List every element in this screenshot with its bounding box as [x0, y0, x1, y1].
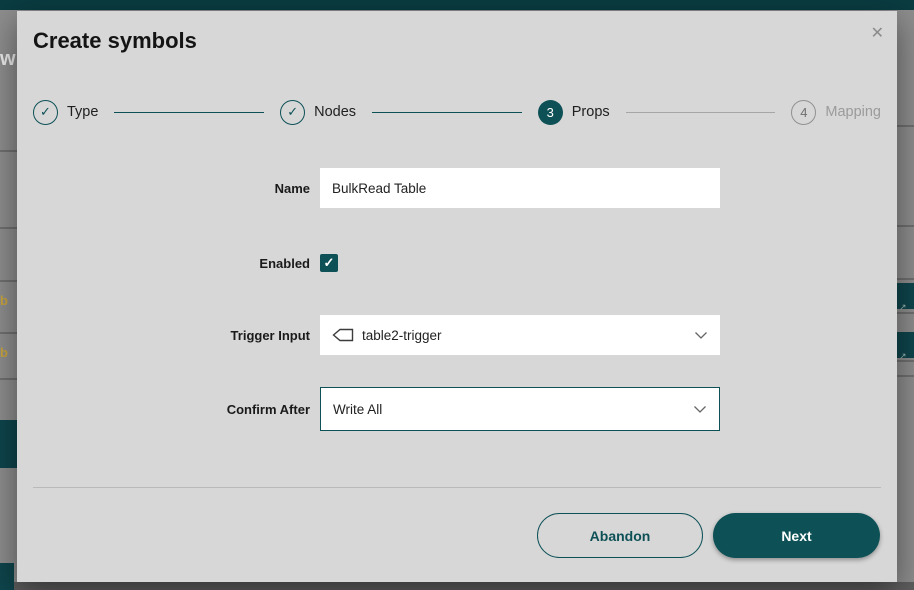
backdrop-divider	[0, 150, 17, 152]
step-connector	[114, 112, 264, 113]
step-label: Nodes	[314, 104, 356, 120]
backdrop-divider	[897, 278, 914, 280]
step-label: Mapping	[825, 104, 881, 120]
backdrop-heading-fragment: w	[0, 48, 16, 71]
next-button[interactable]: Next	[713, 513, 880, 558]
step-label: Type	[67, 104, 98, 120]
step-connector	[626, 112, 776, 113]
name-label: Name	[33, 181, 320, 196]
enabled-checkbox[interactable]: ✓	[320, 254, 338, 272]
backdrop-divider	[0, 378, 17, 380]
backdrop-teal-button	[0, 420, 17, 468]
step-nodes[interactable]: ✓ Nodes	[280, 100, 356, 125]
chevron-down-icon	[693, 405, 707, 413]
close-icon[interactable]: ✕	[871, 26, 884, 42]
step-number: 4	[791, 100, 816, 125]
abandon-button[interactable]: Abandon	[537, 513, 703, 558]
expand-icon: ↗	[899, 352, 907, 361]
confirm-after-row: Confirm After Write All	[33, 387, 720, 431]
backdrop-teal-button: ↗	[897, 283, 914, 309]
backdrop-divider	[0, 227, 17, 229]
tag-icon	[332, 327, 354, 343]
backdrop-divider	[897, 375, 914, 377]
step-type[interactable]: ✓ Type	[33, 100, 98, 125]
expand-icon: ↗	[899, 303, 907, 312]
backdrop-teal-button: ↗	[897, 332, 914, 358]
backdrop-divider	[897, 312, 914, 314]
step-props[interactable]: 3 Props	[538, 100, 610, 125]
name-row: Name	[33, 168, 720, 208]
enabled-row: Enabled ✓	[33, 251, 338, 275]
backdrop-link-fragment: b	[0, 293, 14, 308]
checkmark-icon: ✓	[324, 255, 335, 271]
chevron-down-icon	[694, 331, 708, 339]
step-mapping[interactable]: 4 Mapping	[791, 100, 881, 125]
confirm-after-value: Write All	[333, 402, 382, 417]
name-input[interactable]	[320, 168, 720, 208]
backdrop-divider	[0, 332, 17, 334]
trigger-input-row: Trigger Input table2-trigger	[33, 315, 720, 355]
step-check-icon: ✓	[280, 100, 305, 125]
step-number: 3	[538, 100, 563, 125]
trigger-input-label: Trigger Input	[33, 328, 320, 343]
backdrop-bottom-strip	[0, 582, 914, 590]
trigger-input-select[interactable]: table2-trigger	[320, 315, 720, 355]
create-symbols-dialog: Create symbols ✕ ✓ Type ✓ Nodes 3 Props …	[17, 11, 897, 582]
trigger-input-value: table2-trigger	[362, 328, 442, 343]
app-topbar	[0, 0, 914, 10]
backdrop-divider	[897, 125, 914, 127]
dialog-title: Create symbols	[33, 28, 197, 54]
wizard-stepper: ✓ Type ✓ Nodes 3 Props 4 Mapping	[33, 99, 881, 125]
enabled-label: Enabled	[33, 256, 320, 271]
confirm-after-select[interactable]: Write All	[320, 387, 720, 431]
backdrop-teal-button	[0, 563, 14, 590]
step-label: Props	[572, 104, 610, 120]
backdrop-divider	[897, 225, 914, 227]
step-check-icon: ✓	[33, 100, 58, 125]
backdrop-divider	[0, 280, 17, 282]
step-connector	[372, 112, 522, 113]
confirm-after-label: Confirm After	[33, 402, 320, 417]
backdrop-link-fragment: b	[0, 345, 14, 360]
footer-divider	[33, 487, 881, 488]
